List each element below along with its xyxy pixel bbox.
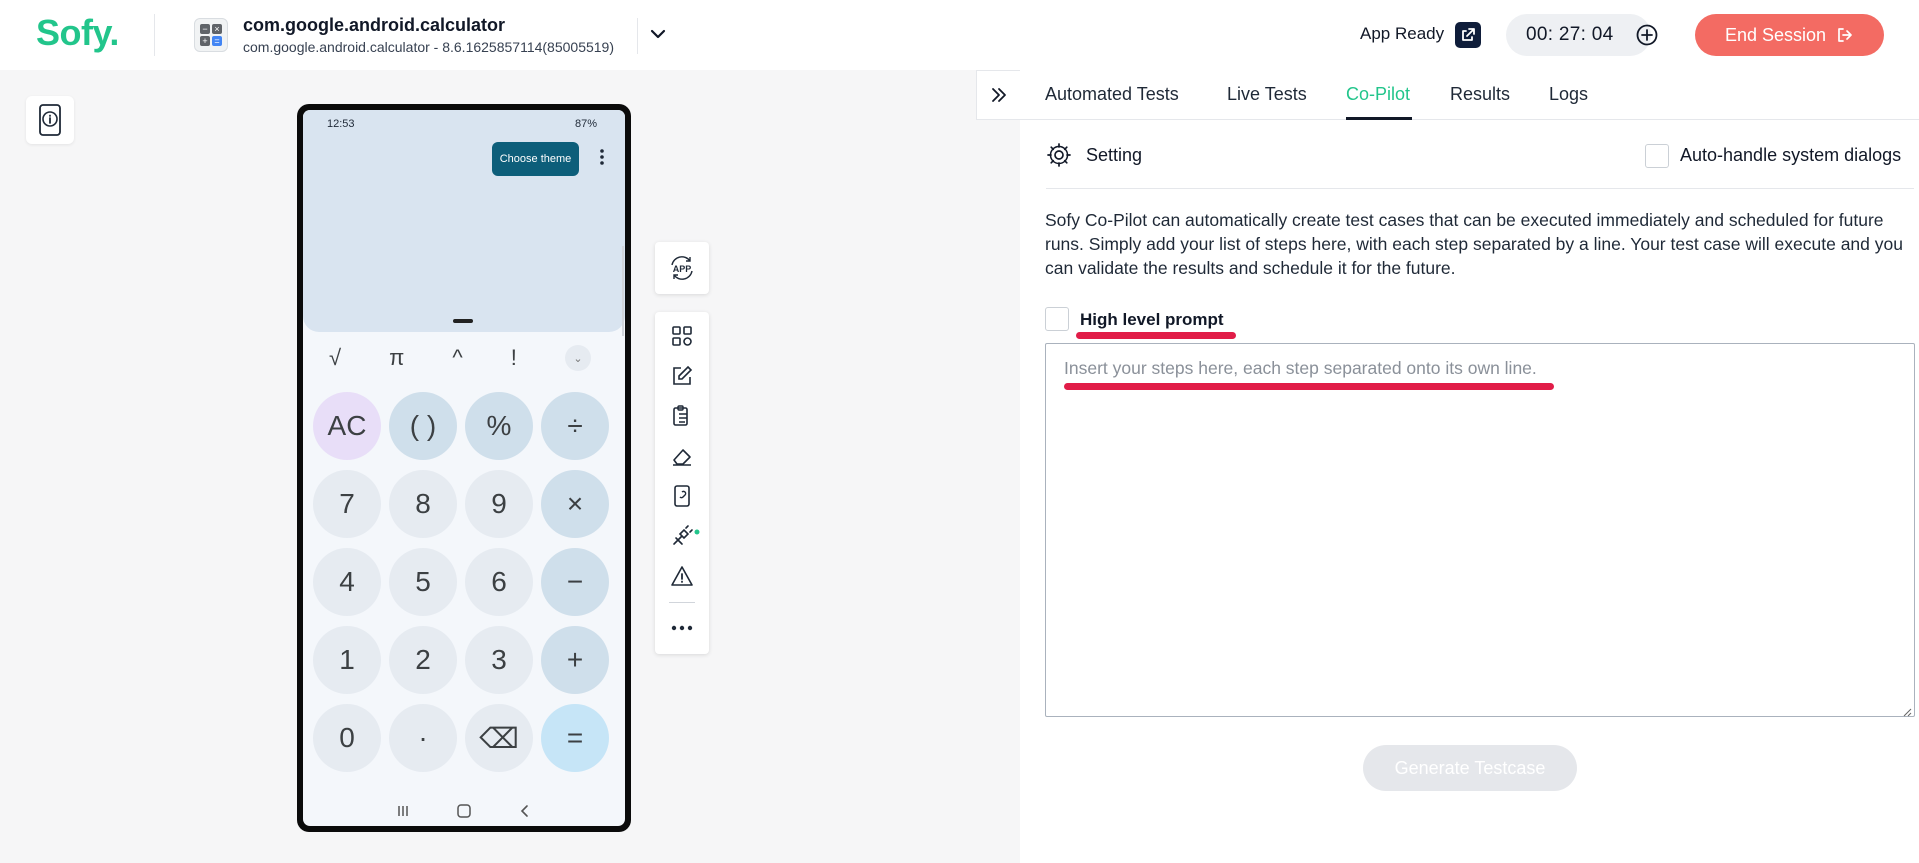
app-button-text: APP [673, 264, 692, 274]
device-info-icon[interactable] [26, 96, 74, 144]
run-icon[interactable] [670, 524, 700, 548]
panel-tabs: Automated Tests Live Tests Co-Pilot Resu… [1020, 70, 1919, 120]
sofy-logo[interactable]: Sofy. [36, 12, 119, 54]
digit-8-key[interactable]: 8 [389, 470, 457, 538]
tab-results[interactable]: Results [1450, 84, 1510, 105]
app-name: com.google.android.calculator [243, 15, 506, 35]
annotation-underline [1076, 332, 1236, 339]
collapse-panel-double-chevron-icon[interactable] [976, 70, 1021, 120]
app-status-text: App Ready [1360, 24, 1445, 43]
equals-key[interactable]: = [541, 704, 609, 772]
calculator-keypad: AC ( ) % ÷ 7 8 9 × 4 5 6 − 1 2 3 + 0 · ⌫… [313, 392, 615, 772]
more-options-icon[interactable] [599, 148, 605, 166]
external-link-icon[interactable] [1455, 22, 1481, 48]
calculator-app-icon: − × + = [194, 18, 228, 52]
generate-testcase-button[interactable]: Generate Testcase [1363, 745, 1577, 791]
status-time: 12:53 [327, 118, 355, 130]
clipboard-icon[interactable] [670, 404, 694, 428]
annotation-underline [1064, 383, 1554, 390]
expand-chevron-down-icon[interactable]: ⌄ [564, 345, 591, 371]
gear-icon[interactable] [1046, 142, 1072, 168]
eraser-icon[interactable] [670, 444, 694, 468]
digit-7-key[interactable]: 7 [313, 470, 381, 538]
device-scroll-indicator [622, 246, 624, 336]
digit-0-key[interactable]: 0 [313, 704, 381, 772]
power-key[interactable]: ^ [452, 345, 462, 371]
high-level-prompt-label[interactable]: High level prompt [1080, 310, 1224, 330]
setting-label[interactable]: Setting [1086, 145, 1142, 166]
session-timer: 00: 27: 04 [1506, 14, 1658, 56]
divide-key[interactable]: ÷ [541, 392, 609, 460]
calculator-display: 12:53 87% Choose theme [303, 110, 625, 332]
more-icon[interactable] [670, 616, 694, 640]
device-screen[interactable]: 12:53 87% Choose theme √ π ^ ! ⌄ AC ( ) … [303, 110, 625, 826]
setting-row: Setting Auto-handle system dialogs [1046, 142, 1913, 182]
setting-divider [1046, 188, 1914, 189]
recents-icon[interactable] [396, 804, 410, 818]
plus-key[interactable]: + [541, 626, 609, 694]
digit-6-key[interactable]: 6 [465, 548, 533, 616]
app-switcher-chevron-down-icon[interactable] [646, 22, 670, 46]
tab-automated-tests[interactable]: Automated Tests [1045, 84, 1179, 105]
parentheses-key[interactable]: ( ) [389, 392, 457, 460]
top-header: Sofy. − × + = com.google.android.calculator… [0, 0, 1919, 70]
high-level-prompt-checkbox[interactable] [1045, 307, 1069, 331]
digit-5-key[interactable]: 5 [389, 548, 457, 616]
digit-3-key[interactable]: 3 [465, 626, 533, 694]
grid-icon[interactable] [670, 324, 694, 348]
resize-handle-icon[interactable] [1902, 704, 1912, 717]
pi-key[interactable]: π [389, 345, 404, 371]
toolbar-divider [669, 602, 695, 603]
steps-input-box [1045, 343, 1915, 717]
choose-theme-tooltip[interactable]: Choose theme [492, 142, 579, 176]
active-tab-indicator [1346, 117, 1412, 120]
header-divider [637, 18, 638, 54]
backspace-key[interactable]: ⌫ [465, 704, 533, 772]
auto-handle-checkbox[interactable] [1645, 144, 1669, 168]
session-timer-value: 00: 27: 04 [1526, 24, 1614, 45]
logout-icon [1836, 26, 1854, 44]
end-session-button[interactable]: End Session [1695, 14, 1884, 56]
scientific-keys-row: √ π ^ ! ⌄ [315, 342, 611, 374]
app-reinstall-button[interactable]: APP [655, 242, 709, 294]
decimal-key[interactable]: · [389, 704, 457, 772]
header-divider [154, 14, 155, 56]
device-link-icon[interactable] [670, 484, 694, 508]
tab-logs[interactable]: Logs [1549, 84, 1588, 105]
digit-1-key[interactable]: 1 [313, 626, 381, 694]
back-icon[interactable] [518, 804, 532, 818]
tab-live-tests[interactable]: Live Tests [1227, 84, 1307, 105]
side-panel: Automated Tests Live Tests Co-Pilot Resu… [1020, 70, 1919, 863]
percent-key[interactable]: % [465, 392, 533, 460]
android-status-bar: 12:53 87% [327, 118, 597, 134]
steps-textarea[interactable] [1046, 344, 1914, 716]
digit-9-key[interactable]: 9 [465, 470, 533, 538]
display-drag-handle[interactable] [453, 319, 473, 323]
status-battery: 87% [574, 118, 597, 130]
digit-2-key[interactable]: 2 [389, 626, 457, 694]
home-icon[interactable] [456, 803, 472, 819]
copilot-description: Sofy Co-Pilot can automatically create t… [1045, 210, 1903, 278]
factorial-key[interactable]: ! [511, 345, 517, 371]
android-nav-bar [303, 794, 625, 826]
device-tools-panel [655, 312, 709, 654]
device-screen-frame: 12:53 87% Choose theme √ π ^ ! ⌄ AC ( ) … [297, 104, 631, 832]
sqrt-key[interactable]: √ [329, 345, 341, 371]
minus-key[interactable]: − [541, 548, 609, 616]
warning-icon[interactable] [670, 564, 694, 588]
app-version-details: com.google.android.calculator - 8.6.1625… [243, 39, 615, 55]
extend-time-plus-icon[interactable] [1636, 24, 1658, 46]
auto-handle-label[interactable]: Auto-handle system dialogs [1680, 145, 1901, 166]
multiply-key[interactable]: × [541, 470, 609, 538]
digit-4-key[interactable]: 4 [313, 548, 381, 616]
end-session-label: End Session [1724, 24, 1827, 45]
edit-icon[interactable] [670, 364, 694, 388]
tab-co-pilot[interactable]: Co-Pilot [1346, 84, 1410, 105]
clear-key[interactable]: AC [313, 392, 381, 460]
